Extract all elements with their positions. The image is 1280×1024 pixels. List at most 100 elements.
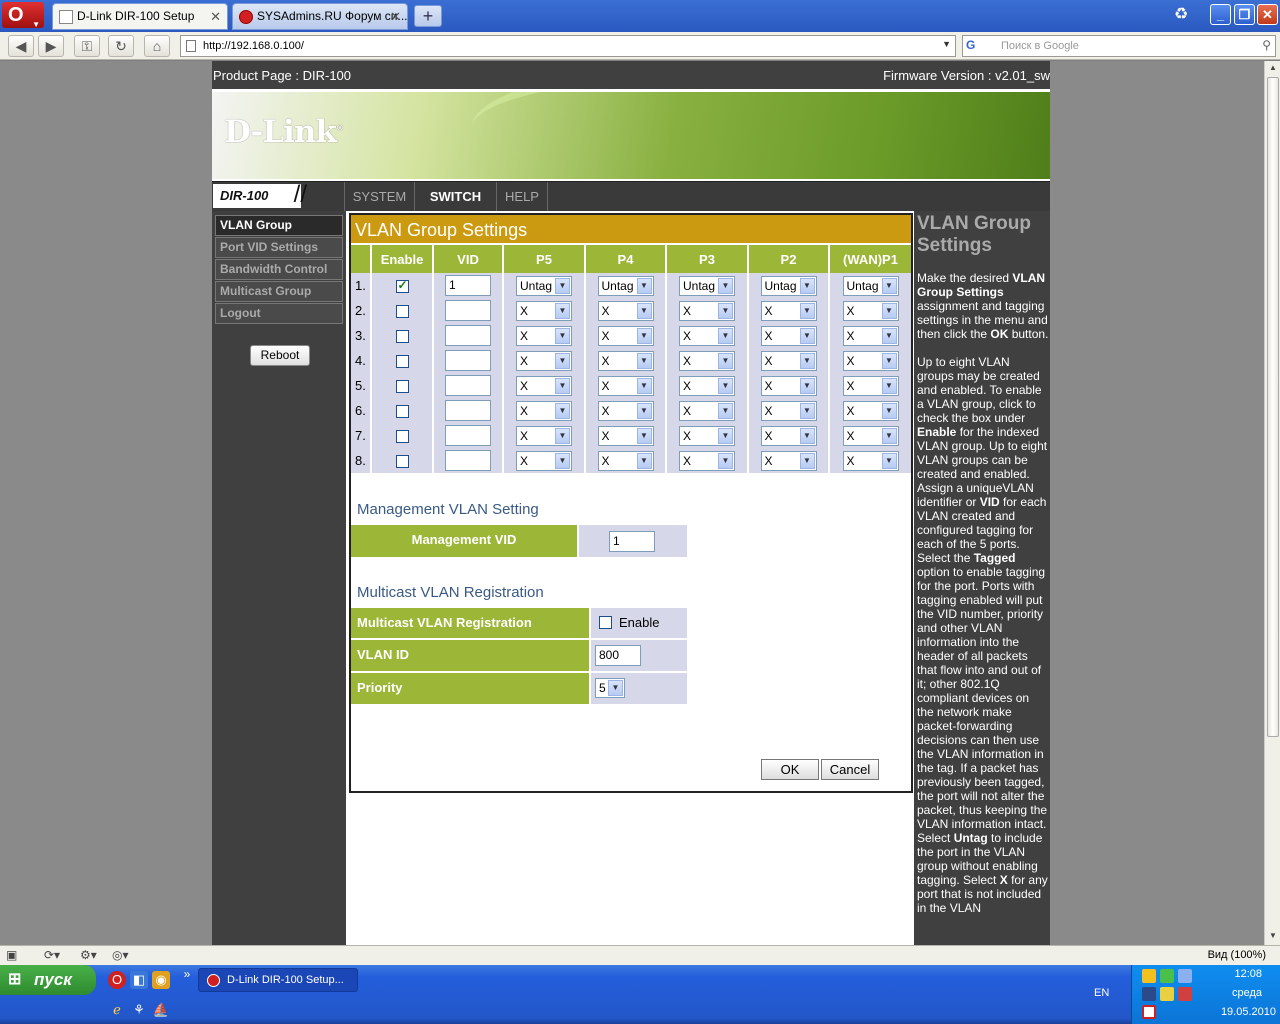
multicast-enable-checkbox[interactable] bbox=[599, 616, 612, 629]
vid-input[interactable] bbox=[445, 425, 491, 446]
port-select[interactable]: X ▼ bbox=[679, 425, 735, 446]
menu-port-vid-settings[interactable]: Port VID Settings bbox=[215, 237, 343, 258]
trash-icon[interactable]: ♻ bbox=[1174, 4, 1192, 26]
language-indicator[interactable]: EN bbox=[1094, 987, 1109, 999]
address-field[interactable]: http://192.168.0.100/ ▼ bbox=[180, 35, 956, 57]
port-select[interactable]: Untag ▼ bbox=[842, 275, 899, 296]
taskbar-item-dlink[interactable]: D-Link DIR-100 Setup... bbox=[198, 968, 358, 992]
tray-network-icon[interactable] bbox=[1160, 969, 1174, 983]
port-select[interactable]: X ▼ bbox=[597, 425, 654, 446]
clock-time[interactable]: 12:08 bbox=[1234, 968, 1262, 980]
port-select[interactable]: X ▼ bbox=[842, 400, 899, 421]
vertical-scrollbar[interactable]: ▲ ▼ bbox=[1264, 61, 1280, 945]
enable-checkbox[interactable] bbox=[395, 404, 409, 418]
port-select[interactable]: X ▼ bbox=[597, 450, 654, 471]
port-select[interactable]: X ▼ bbox=[760, 400, 817, 421]
menu-vlan-group-settings[interactable]: VLAN Group Settings bbox=[215, 215, 343, 251]
port-select[interactable]: X ▼ bbox=[597, 325, 654, 346]
google-icon[interactable]: G bbox=[966, 38, 996, 54]
port-select[interactable]: X ▼ bbox=[679, 325, 735, 346]
tab-dlink-setup[interactable]: D-Link DIR-100 Setup ✕ bbox=[52, 3, 228, 30]
port-select[interactable]: X ▼ bbox=[679, 350, 735, 371]
explorer-quicklaunch-icon[interactable]: ◧ bbox=[130, 971, 148, 989]
zoom-level[interactable]: Вид (100%) bbox=[1208, 949, 1266, 961]
panel-toggle-icon[interactable]: ▣ bbox=[6, 948, 17, 962]
port-select[interactable]: X ▼ bbox=[516, 300, 572, 321]
forward-button[interactable]: ▶ bbox=[38, 35, 64, 57]
minimize-button[interactable]: _ bbox=[1210, 4, 1231, 25]
port-select[interactable]: Untag ▼ bbox=[760, 275, 817, 296]
port-select[interactable]: X ▼ bbox=[760, 350, 817, 371]
tab-help[interactable]: HELP bbox=[496, 182, 548, 211]
new-tab-button[interactable]: + bbox=[414, 5, 442, 27]
port-select[interactable]: Untag ▼ bbox=[516, 275, 572, 296]
port-select[interactable]: X ▼ bbox=[516, 325, 572, 346]
vid-input[interactable] bbox=[445, 325, 491, 346]
vlan-id-input[interactable]: 800 bbox=[595, 645, 641, 666]
port-select[interactable]: X ▼ bbox=[842, 300, 899, 321]
port-select[interactable]: X ▼ bbox=[679, 450, 735, 471]
tab-close-icon[interactable]: ✕ bbox=[390, 4, 401, 29]
tab-switch[interactable]: SWITCH bbox=[414, 182, 496, 211]
port-select[interactable]: Untag ▼ bbox=[597, 275, 654, 296]
vid-input[interactable]: 1 bbox=[445, 275, 491, 296]
scroll-up-icon[interactable]: ▲ bbox=[1267, 63, 1279, 75]
app-quicklaunch-icon[interactable]: ◉ bbox=[152, 971, 170, 989]
tool-quicklaunch-icon[interactable]: ⛵ bbox=[152, 1001, 170, 1019]
tray-ie-icon[interactable] bbox=[1142, 987, 1156, 1001]
port-select[interactable]: X ▼ bbox=[842, 375, 899, 396]
quicklaunch-more-icon[interactable]: » bbox=[178, 965, 196, 983]
port-select[interactable]: X ▼ bbox=[760, 325, 817, 346]
port-select[interactable]: X ▼ bbox=[516, 375, 572, 396]
management-vid-input[interactable]: 1 bbox=[609, 531, 655, 552]
enable-checkbox[interactable] bbox=[395, 454, 409, 468]
ok-button[interactable]: OK bbox=[761, 759, 819, 780]
tray-monitor-icon[interactable] bbox=[1178, 969, 1192, 983]
port-select[interactable]: X ▼ bbox=[516, 450, 572, 471]
enable-checkbox[interactable] bbox=[395, 304, 409, 318]
reload-button[interactable]: ↻ bbox=[108, 35, 134, 57]
tab-close-icon[interactable]: ✕ bbox=[210, 4, 221, 29]
close-window-button[interactable]: ✕ bbox=[1257, 4, 1278, 25]
port-select[interactable]: X ▼ bbox=[842, 425, 899, 446]
tray-shield-icon[interactable] bbox=[1160, 987, 1174, 1001]
scroll-thumb[interactable] bbox=[1267, 77, 1279, 737]
network-quicklaunch-icon[interactable]: ⚘ bbox=[130, 1001, 148, 1019]
enable-checkbox[interactable] bbox=[395, 278, 409, 293]
cancel-button[interactable]: Cancel bbox=[821, 759, 879, 780]
port-select[interactable]: X ▼ bbox=[842, 450, 899, 471]
ie-quicklaunch-icon[interactable]: ℯ bbox=[108, 1001, 126, 1019]
port-select[interactable]: X ▼ bbox=[760, 375, 817, 396]
port-select[interactable]: Untag ▼ bbox=[679, 275, 735, 296]
wand-key-icon[interactable]: ⚿ bbox=[74, 35, 100, 57]
enable-checkbox[interactable] bbox=[395, 329, 409, 343]
vid-input[interactable] bbox=[445, 450, 491, 471]
scroll-down-icon[interactable]: ▼ bbox=[1267, 931, 1279, 943]
port-select[interactable]: X ▼ bbox=[760, 450, 817, 471]
port-select[interactable]: X ▼ bbox=[516, 400, 572, 421]
tray-antivirus-icon[interactable] bbox=[1142, 1005, 1156, 1019]
turbo-icon[interactable]: ◎▾ bbox=[112, 948, 129, 962]
menu-bandwidth-control[interactable]: Bandwidth Control bbox=[215, 259, 343, 280]
port-select[interactable]: X ▼ bbox=[760, 425, 817, 446]
enable-checkbox[interactable] bbox=[395, 354, 409, 368]
vid-input[interactable] bbox=[445, 400, 491, 421]
port-select[interactable]: X ▼ bbox=[760, 300, 817, 321]
search-field[interactable]: G Поиск в Google ⚲ bbox=[962, 35, 1276, 57]
port-select[interactable]: X ▼ bbox=[842, 350, 899, 371]
vid-input[interactable] bbox=[445, 375, 491, 396]
enable-checkbox[interactable] bbox=[395, 429, 409, 443]
vid-input[interactable] bbox=[445, 350, 491, 371]
tab-system[interactable]: SYSTEM bbox=[344, 182, 414, 211]
menu-multicast-group[interactable]: Multicast Group bbox=[215, 281, 343, 302]
port-select[interactable]: X ▼ bbox=[597, 400, 654, 421]
history-dropdown-icon[interactable]: ▼ bbox=[942, 39, 951, 49]
search-icon[interactable]: ⚲ bbox=[1262, 38, 1271, 52]
home-button[interactable]: ⌂ bbox=[144, 35, 170, 57]
menu-logout[interactable]: Logout bbox=[215, 303, 343, 324]
start-button[interactable]: ⊞ пуск bbox=[0, 965, 96, 995]
reboot-button[interactable]: Reboot bbox=[250, 345, 310, 366]
port-select[interactable]: X ▼ bbox=[516, 425, 572, 446]
port-select[interactable]: X ▼ bbox=[679, 375, 735, 396]
share-icon[interactable]: ⚙▾ bbox=[80, 948, 97, 962]
